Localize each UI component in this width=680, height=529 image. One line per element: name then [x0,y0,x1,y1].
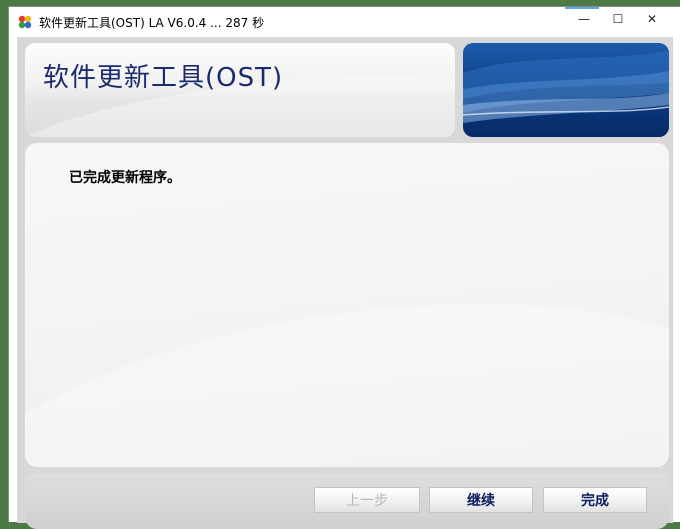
wave-graphic [463,51,669,123]
window-title: 软件更新工具(OST) LA V6.0.4 ... 287 秒 [39,16,265,30]
finish-button[interactable]: 完成 [543,487,647,513]
page-title: 软件更新工具(OST) [43,63,284,93]
close-icon: ✕ [646,12,658,26]
app-icon [17,14,33,30]
continue-button[interactable]: 继续 [429,487,533,513]
maximize-button[interactable]: ☐ [601,7,635,31]
status-message: 已完成更新程序。 [69,170,181,186]
prev-button[interactable]: 上一步 [314,487,420,513]
message-panel: 已完成更新程序。 [25,143,669,467]
app-window: 软件更新工具(OST) LA V6.0.4 ... 287 秒 — ☐ ✕ 软件… [8,6,680,529]
title-bar[interactable]: 软件更新工具(OST) LA V6.0.4 ... 287 秒 — ☐ ✕ [9,7,680,37]
button-bar: 上一步 继续 完成 [25,473,669,529]
header-banner: 软件更新工具(OST) [25,43,455,137]
banner-artwork [463,43,669,137]
minimize-icon: — [578,12,590,26]
wizard-content: 软件更新工具(OST) 已完成更新程序。 上一步 继续 完成 [17,37,673,529]
maximize-icon: ☐ [612,12,624,26]
close-button[interactable]: ✕ [635,7,669,31]
minimize-button[interactable]: — [567,7,601,31]
